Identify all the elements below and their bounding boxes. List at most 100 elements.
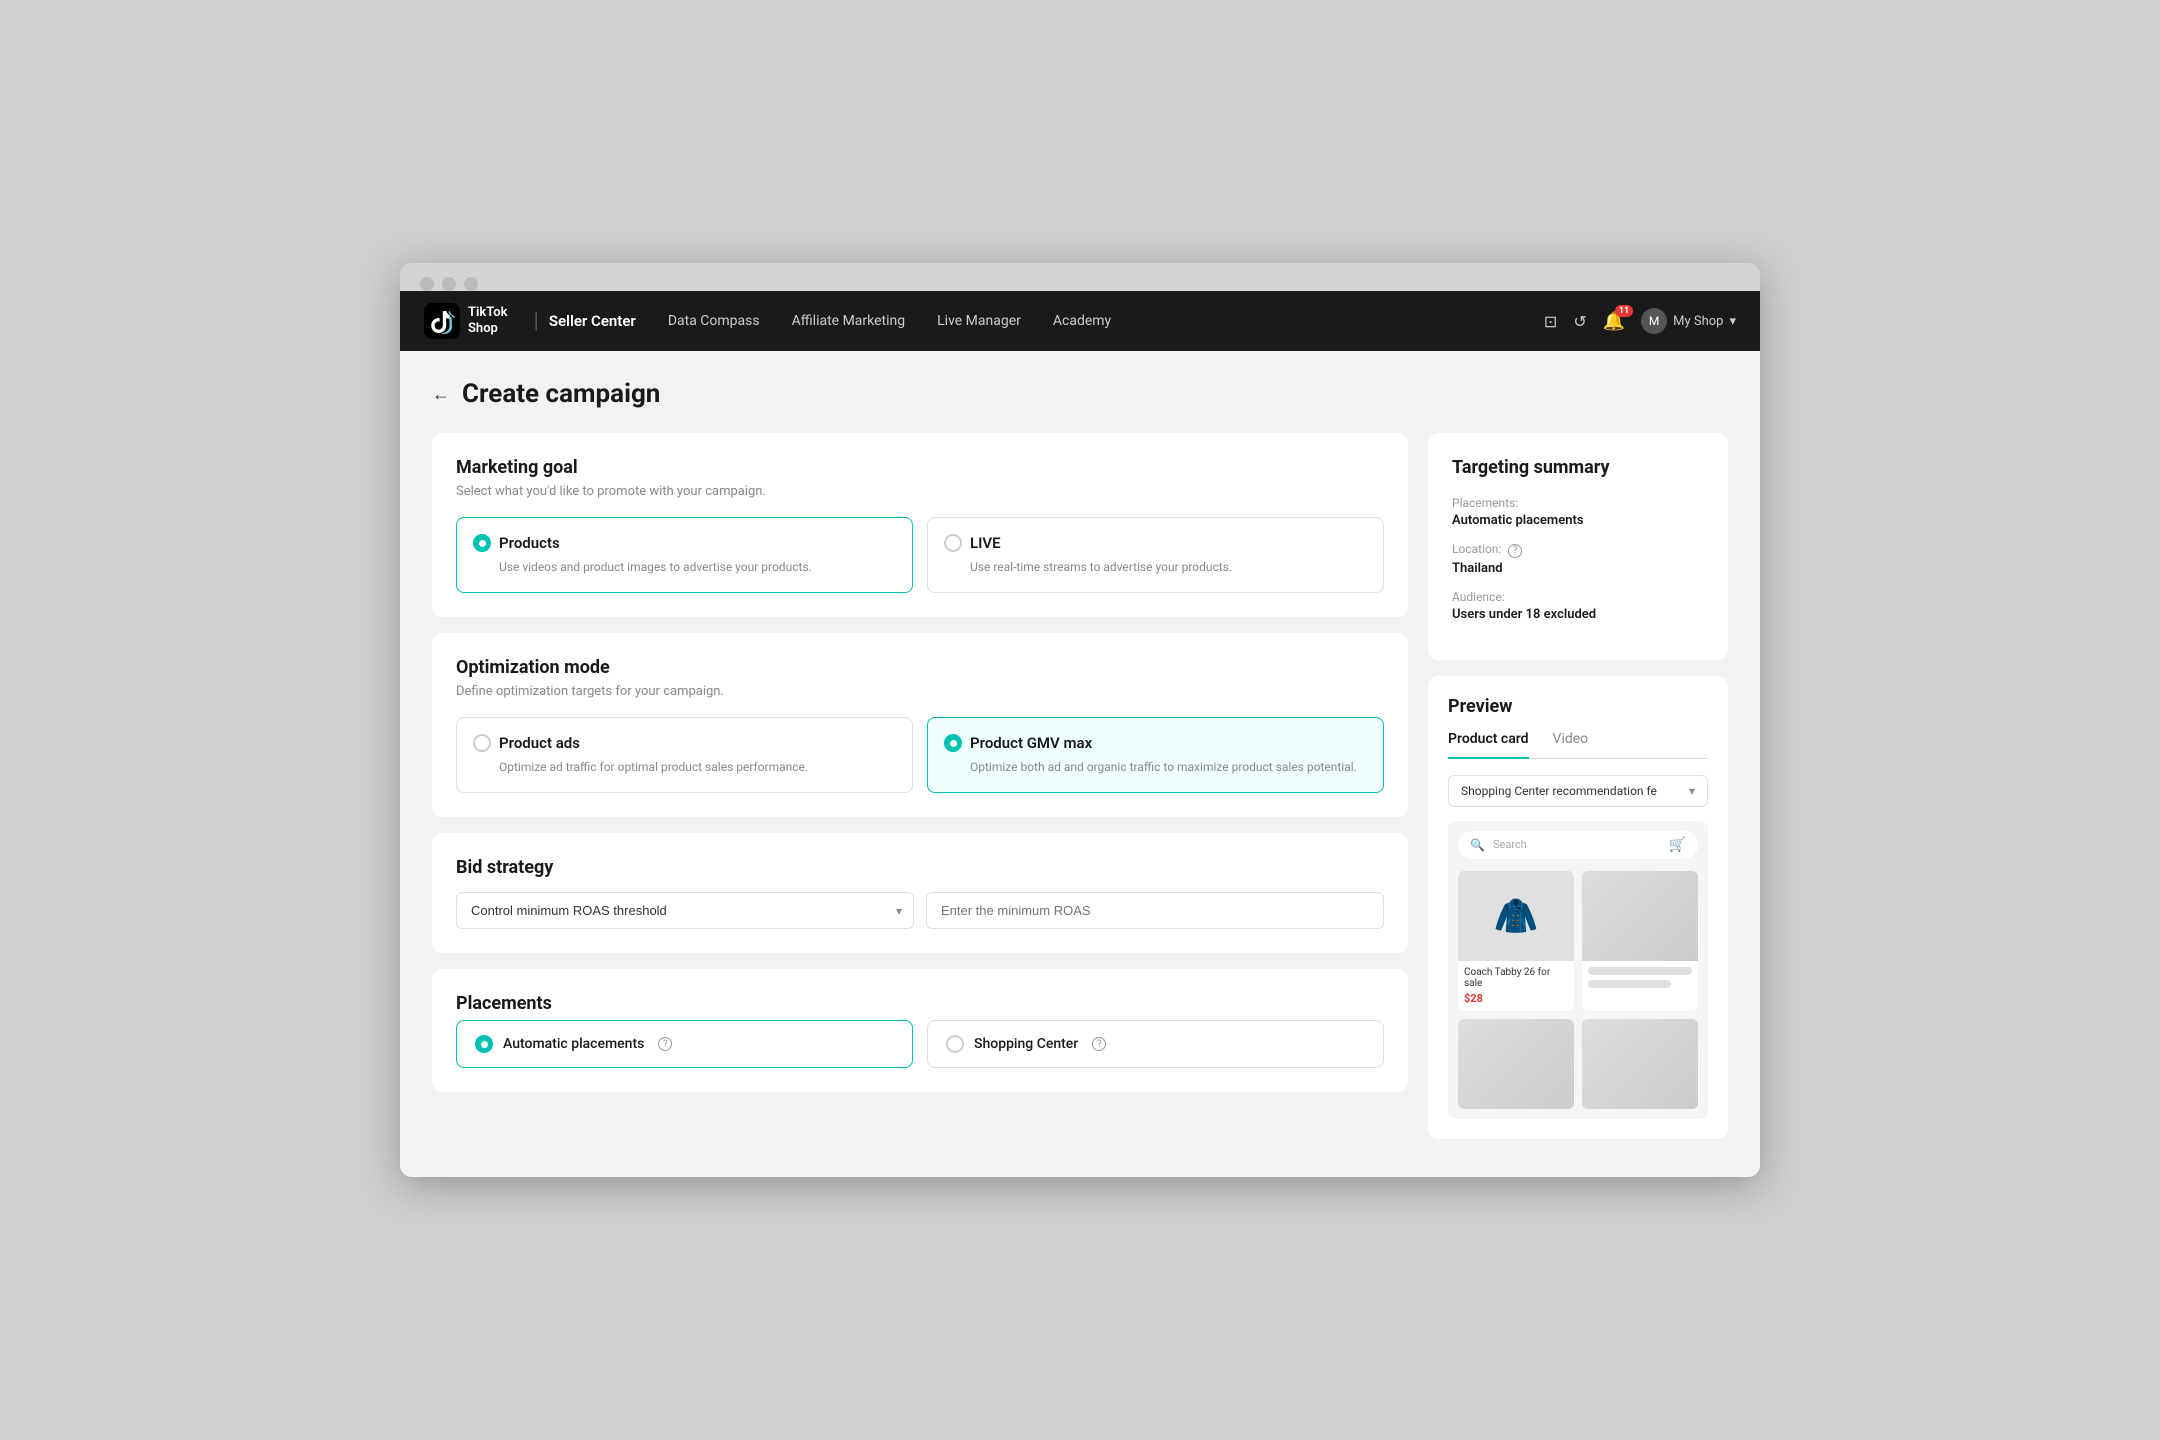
targeting-audience-label: Audience:	[1452, 590, 1704, 604]
radio-products-desc: Use videos and product images to adverti…	[473, 558, 896, 576]
marketing-goal-title: Marketing goal	[456, 457, 1384, 478]
preview-tab-video[interactable]: Video	[1553, 731, 1589, 759]
product-image-featured: 🧥	[1458, 871, 1574, 961]
product-card-featured: 🧥 Coach Tabby 26 for sale $28	[1458, 871, 1574, 1011]
phone-cart-icon: 🛒	[1669, 837, 1686, 853]
product-info-placeholder	[1582, 961, 1698, 999]
opt-gmv-max-circle	[944, 734, 962, 752]
targeting-row-audience: Audience: Users under 18 excluded	[1452, 590, 1704, 622]
content-layout: Marketing goal Select what you'd like to…	[432, 433, 1728, 1139]
nav-link-affiliate-marketing[interactable]: Affiliate Marketing	[792, 313, 906, 329]
placement-shopping-circle	[946, 1035, 964, 1053]
phone-search-icon: 🔍	[1470, 838, 1485, 852]
radio-live-circle	[944, 534, 962, 552]
targeting-location-value: Thailand	[1452, 561, 1704, 576]
marketing-goal-card: Marketing goal Select what you'd like to…	[432, 433, 1408, 617]
preview-dropdown-label: Shopping Center recommendation fe	[1461, 784, 1657, 798]
opt-option-product-ads[interactable]: Product ads Optimize ad traffic for opti…	[456, 717, 913, 793]
nav-links: Data Compass Affiliate Marketing Live Ma…	[668, 313, 1544, 329]
preview-dropdown[interactable]: Shopping Center recommendation fe ▾	[1448, 775, 1708, 807]
radio-option-products[interactable]: Products Use videos and product images t…	[456, 517, 913, 593]
page-header: ← Create campaign	[432, 379, 1728, 409]
bid-strategy-select[interactable]: Control minimum ROAS threshold Lowest co…	[456, 892, 914, 929]
product-price-featured: $28	[1464, 992, 1568, 1005]
targeting-row-location: Location: ? Thailand	[1452, 542, 1704, 576]
product-info-featured: Coach Tabby 26 for sale $28	[1458, 961, 1574, 1011]
skeleton-line-1	[1588, 967, 1692, 975]
product-card-placeholder	[1582, 871, 1698, 1011]
traffic-light-green[interactable]	[464, 277, 478, 291]
bid-strategy-card: Bid strategy Control minimum ROAS thresh…	[432, 833, 1408, 953]
opt-product-ads-desc: Optimize ad traffic for optimal product …	[473, 758, 896, 776]
nav-right: ⊡ ↺ 🔔 11 M My Shop ▾	[1544, 308, 1736, 334]
opt-gmv-max-text: Product GMV max	[970, 734, 1092, 752]
notification-icon-btn[interactable]: 🔔 11	[1603, 311, 1625, 332]
nav-logo: TikTok Shop	[424, 303, 507, 339]
nav-link-live-manager[interactable]: Live Manager	[937, 313, 1021, 329]
opt-product-ads-label: Product ads	[473, 734, 896, 752]
tablet-icon-btn[interactable]: ⊡	[1544, 312, 1557, 331]
nav-shop-menu[interactable]: M My Shop ▾	[1641, 308, 1736, 334]
product-card-placeholder-2	[1458, 1019, 1574, 1109]
placement-automatic-label: Automatic placements	[503, 1036, 644, 1052]
bid-roas-input[interactable]	[926, 892, 1384, 929]
traffic-light-red[interactable]	[420, 277, 434, 291]
shop-avatar: M	[1641, 308, 1667, 334]
preview-card: Preview Product card Video Shopping Cent…	[1428, 676, 1728, 1139]
product-grid: 🧥 Coach Tabby 26 for sale $28	[1458, 871, 1698, 1109]
placements-options: Automatic placements ? Shopping Center ?	[456, 1020, 1384, 1068]
navbar: TikTok Shop | Seller Center Data Compass…	[400, 291, 1760, 351]
radio-option-live[interactable]: LIVE Use real-time streams to advertise …	[927, 517, 1384, 593]
traffic-light-yellow[interactable]	[442, 277, 456, 291]
preview-tabs: Product card Video	[1448, 731, 1708, 759]
targeting-location-label: Location: ?	[1452, 542, 1704, 558]
shop-name: My Shop	[1673, 314, 1723, 329]
placement-option-shopping-center[interactable]: Shopping Center ?	[927, 1020, 1384, 1068]
radio-live-text: LIVE	[970, 534, 1001, 552]
nav-link-data-compass[interactable]: Data Compass	[668, 313, 760, 329]
product-name-featured: Coach Tabby 26 for sale	[1464, 967, 1568, 989]
opt-product-ads-text: Product ads	[499, 734, 580, 752]
bid-roas-input-wrapper	[926, 892, 1384, 929]
targeting-placements-label: Placements:	[1452, 496, 1704, 510]
marketing-goal-options: Products Use videos and product images t…	[456, 517, 1384, 593]
tiktok-icon	[424, 303, 460, 339]
shop-chevron: ▾	[1729, 314, 1736, 329]
skeleton-line-2	[1588, 980, 1671, 988]
nav-link-academy[interactable]: Academy	[1053, 313, 1111, 329]
phone-search-text: Search	[1493, 838, 1661, 851]
radio-live-desc: Use real-time streams to advertise your …	[944, 558, 1367, 576]
radio-products-circle	[473, 534, 491, 552]
side-column: Targeting summary Placements: Automatic …	[1428, 433, 1728, 1139]
page-title: Create campaign	[462, 379, 660, 409]
opt-gmv-max-desc: Optimize both ad and organic traffic to …	[944, 758, 1367, 776]
back-button[interactable]: ←	[432, 384, 450, 405]
placement-automatic-circle	[475, 1035, 493, 1053]
optimization-mode-title: Optimization mode	[456, 657, 1384, 678]
refresh-icon-btn[interactable]: ↺	[1573, 312, 1586, 331]
placement-shopping-help-icon[interactable]: ?	[1092, 1037, 1106, 1051]
marketing-goal-subtitle: Select what you'd like to promote with y…	[456, 484, 1384, 499]
optimization-mode-subtitle: Define optimization targets for your cam…	[456, 684, 1384, 699]
placement-option-automatic[interactable]: Automatic placements ?	[456, 1020, 913, 1068]
product-image-placeholder-3	[1582, 1019, 1698, 1109]
placement-shopping-label: Shopping Center	[974, 1036, 1078, 1052]
targeting-summary-card: Targeting summary Placements: Automatic …	[1428, 433, 1728, 660]
optimization-mode-options: Product ads Optimize ad traffic for opti…	[456, 717, 1384, 793]
preview-dropdown-chevron: ▾	[1689, 784, 1695, 798]
browser-window: TikTok Shop | Seller Center Data Compass…	[400, 263, 1760, 1177]
radio-products-label: Products	[473, 534, 896, 552]
preview-tab-product-card[interactable]: Product card	[1448, 731, 1529, 759]
opt-gmv-max-label: Product GMV max	[944, 734, 1367, 752]
placement-automatic-help-icon[interactable]: ?	[658, 1037, 672, 1051]
targeting-row-placements: Placements: Automatic placements	[1452, 496, 1704, 528]
product-image-placeholder-2	[1458, 1019, 1574, 1109]
bid-strategy-inputs: Control minimum ROAS threshold Lowest co…	[456, 892, 1384, 929]
notification-badge: 11	[1615, 305, 1633, 317]
bid-strategy-select-wrapper: Control minimum ROAS threshold Lowest co…	[456, 892, 914, 929]
nav-brand-shop: Shop	[468, 321, 507, 337]
targeting-location-help-icon[interactable]: ?	[1508, 544, 1522, 558]
opt-product-ads-circle	[473, 734, 491, 752]
product-image-placeholder	[1582, 871, 1698, 961]
opt-option-product-gmv-max[interactable]: Product GMV max Optimize both ad and org…	[927, 717, 1384, 793]
